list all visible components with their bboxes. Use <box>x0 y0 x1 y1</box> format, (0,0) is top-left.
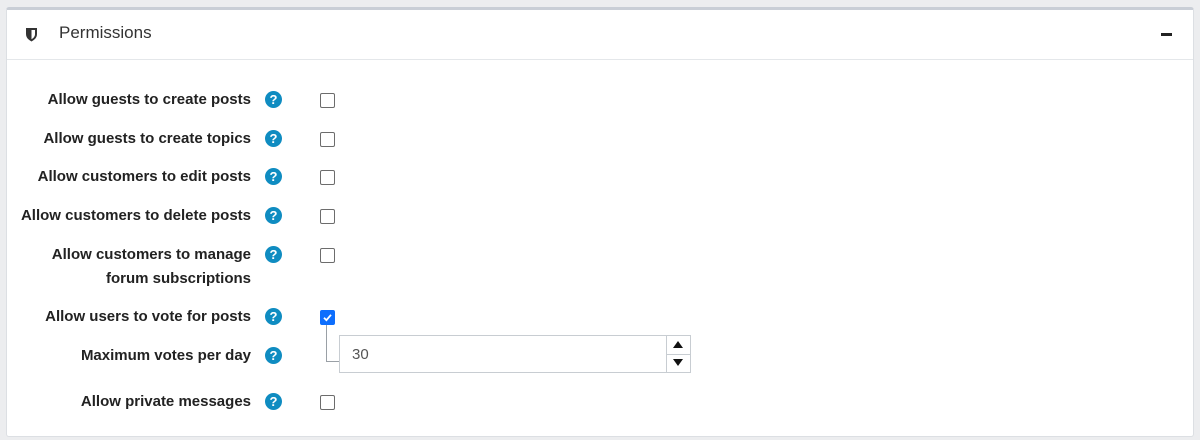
checkmark-icon <box>323 314 332 322</box>
permissions-panel: Permissions Allow guests to create posts… <box>6 7 1194 437</box>
help-icon[interactable]: ? <box>265 207 282 224</box>
dependency-connector <box>326 325 340 362</box>
help-icon[interactable]: ? <box>265 91 282 108</box>
setting-label: Allow customers to delete posts <box>20 207 251 224</box>
vote-for-posts-checkbox[interactable] <box>320 310 335 325</box>
setting-label-line2: forum subscriptions <box>105 270 251 287</box>
guests-create-posts-checkbox[interactable] <box>320 93 335 108</box>
guests-create-topics-checkbox[interactable] <box>320 132 335 147</box>
help-icon[interactable]: ? <box>265 393 282 410</box>
private-messages-checkbox[interactable] <box>320 395 335 410</box>
setting-label: Allow guests to create topics <box>43 130 251 147</box>
shield-icon <box>26 28 37 42</box>
help-icon[interactable]: ? <box>265 168 282 185</box>
max-votes-input[interactable]: 30 <box>339 335 691 373</box>
setting-label: Allow users to vote for posts <box>45 308 251 325</box>
help-icon[interactable]: ? <box>265 246 282 263</box>
increment-button[interactable] <box>667 336 690 355</box>
customers-edit-posts-checkbox[interactable] <box>320 170 335 185</box>
collapse-button[interactable] <box>1157 24 1177 44</box>
help-icon[interactable]: ? <box>265 347 282 364</box>
panel-title: Permissions <box>59 23 152 42</box>
help-icon[interactable]: ? <box>265 130 282 147</box>
setting-label: Allow customers to edit posts <box>37 168 251 185</box>
setting-label: Maximum votes per day <box>80 347 251 364</box>
panel-header[interactable]: Permissions <box>7 10 1193 60</box>
setting-label: Allow private messages <box>80 393 251 410</box>
quantity-stepper[interactable] <box>666 336 690 372</box>
max-votes-value: 30 <box>352 346 369 363</box>
arrow-up-icon <box>673 341 683 348</box>
arrow-down-icon <box>673 359 683 366</box>
help-icon[interactable]: ? <box>265 308 282 325</box>
setting-label: Allow guests to create posts <box>47 91 251 108</box>
manage-subscriptions-checkbox[interactable] <box>320 248 335 263</box>
setting-label-line1: Allow customers to manage <box>51 246 251 263</box>
decrement-button[interactable] <box>667 354 690 372</box>
customers-delete-posts-checkbox[interactable] <box>320 209 335 224</box>
